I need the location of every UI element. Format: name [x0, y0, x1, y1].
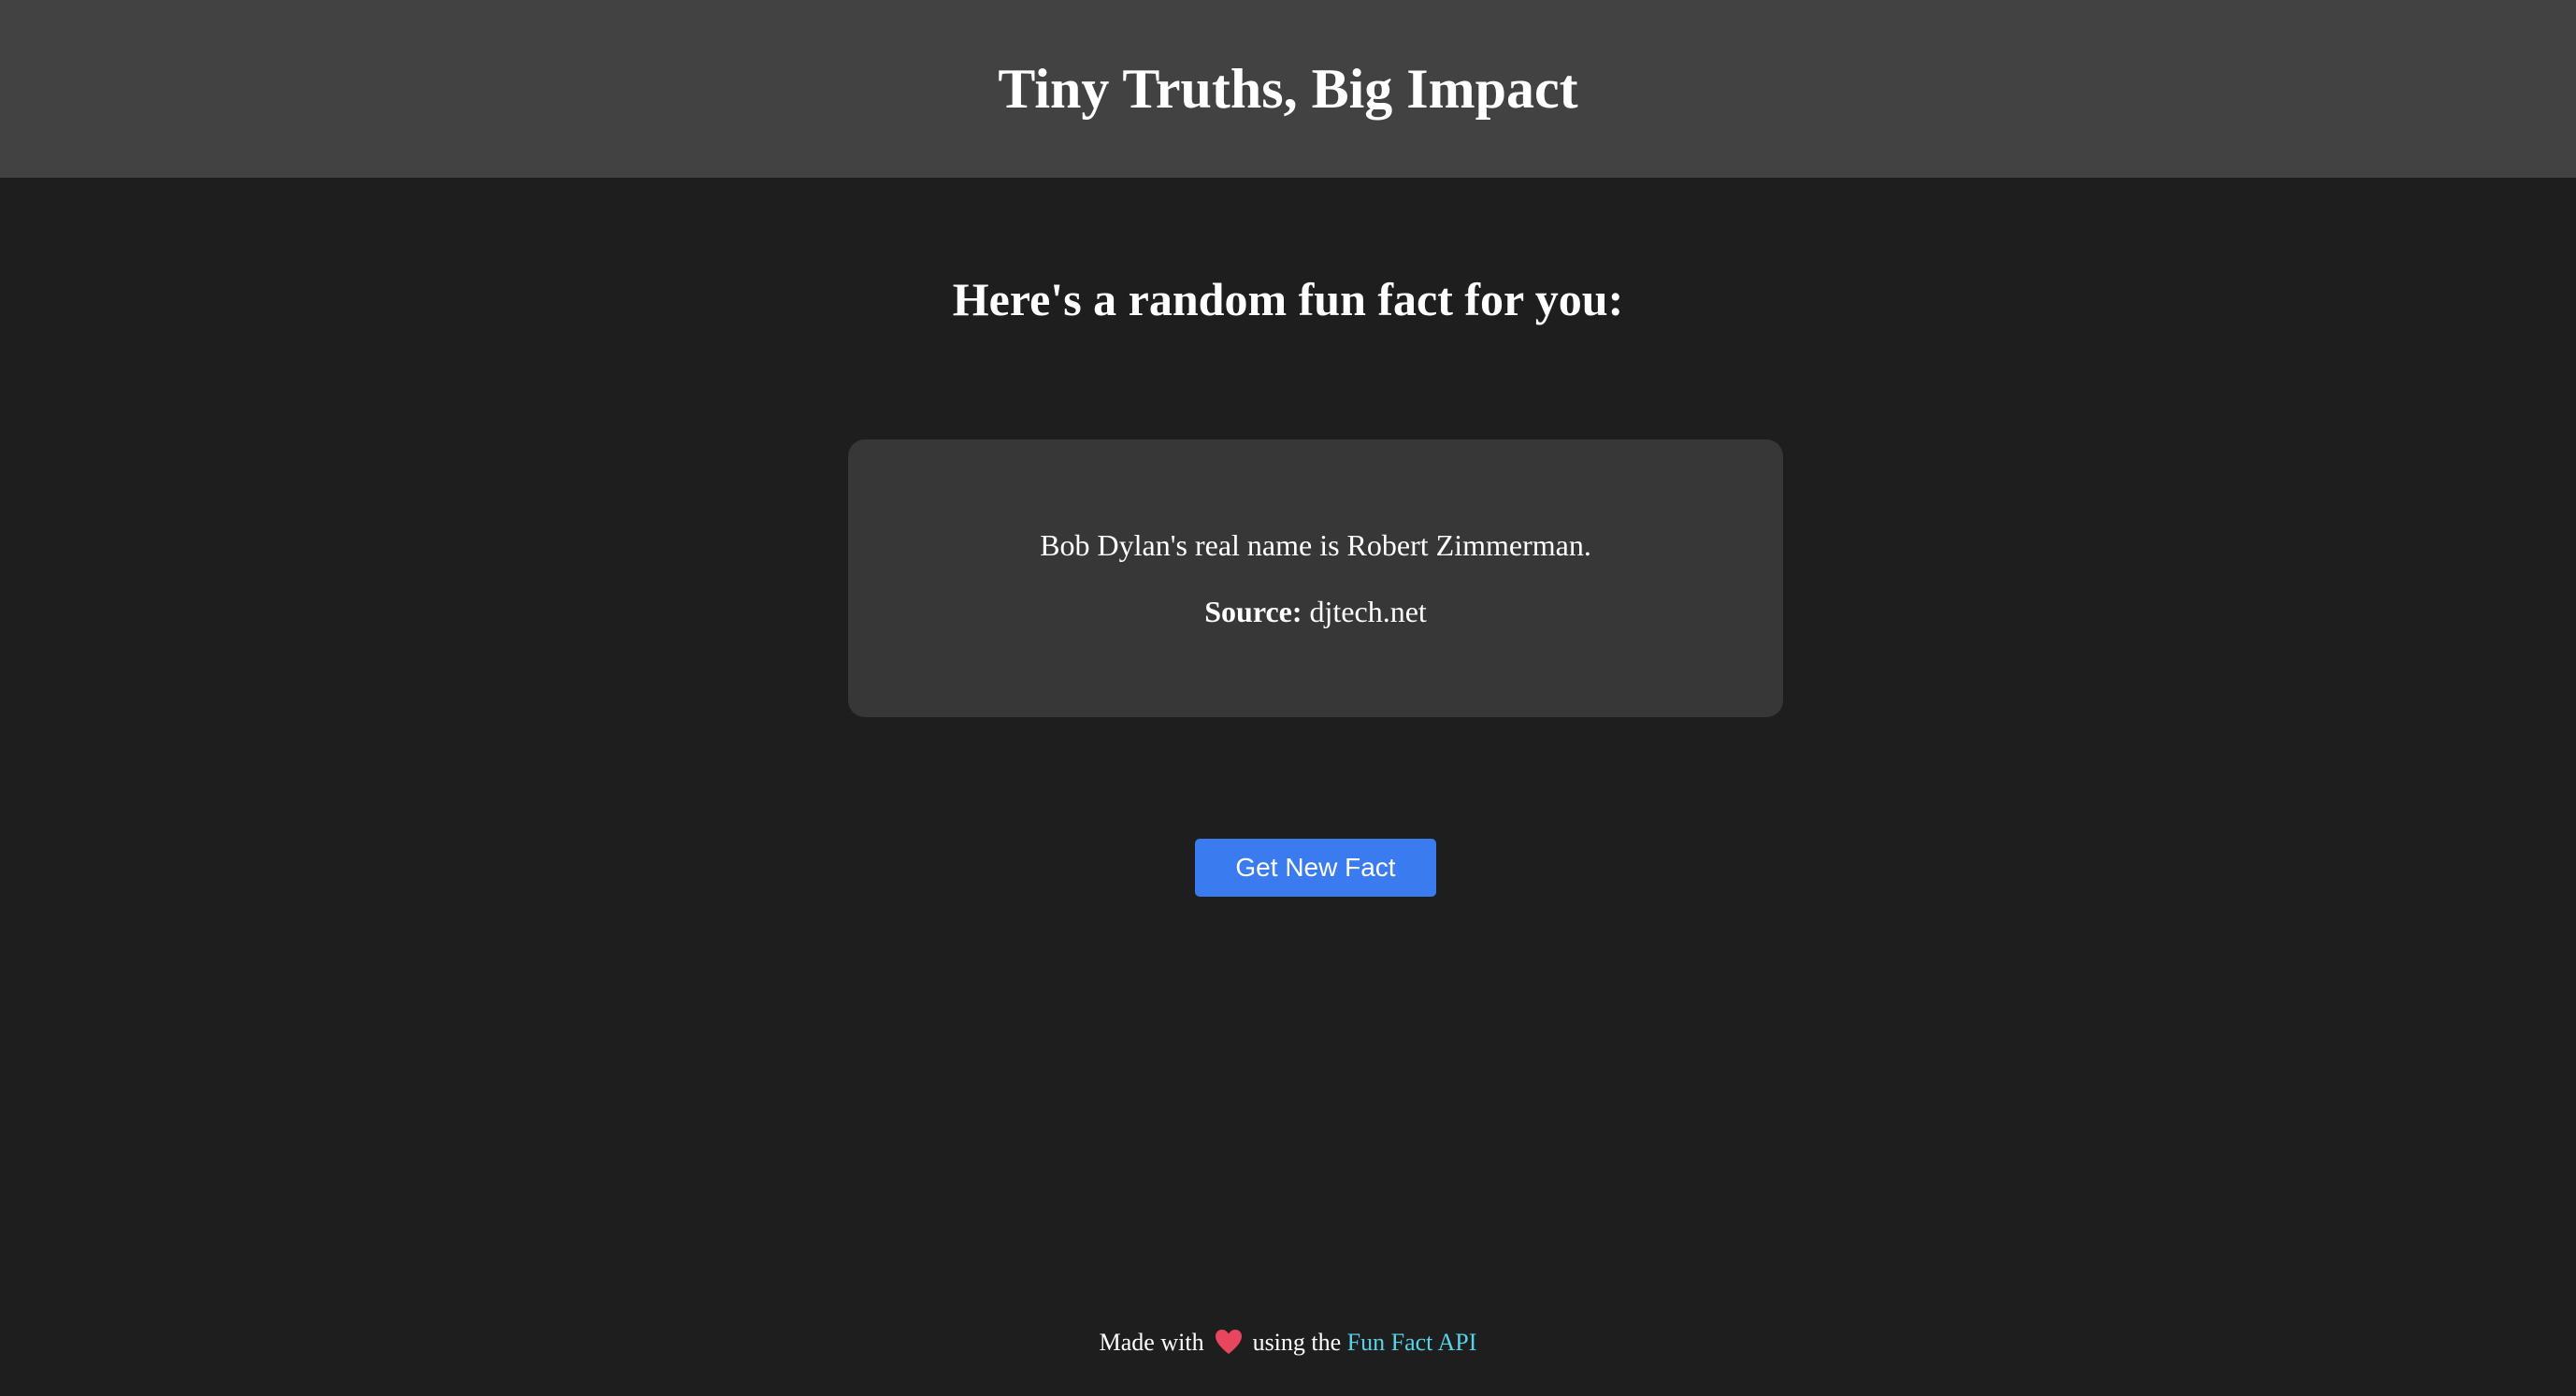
fun-fact-api-link[interactable]: Fun Fact API: [1347, 1328, 1477, 1357]
heart-icon: [1214, 1328, 1244, 1358]
site-header: Tiny Truths, Big Impact: [0, 0, 2576, 178]
intro-heading: Here's a random fun fact for you:: [952, 273, 1624, 325]
source-label: Source:: [1204, 594, 1302, 628]
fact-source: Source: djtech.net: [1204, 594, 1427, 629]
get-new-fact-button[interactable]: Get New Fact: [1195, 839, 1436, 897]
site-footer: Made with using the Fun Fact API: [0, 1328, 2576, 1358]
footer-prefix: Made with: [1099, 1329, 1204, 1357]
fact-text: Bob Dylan's real name is Robert Zimmerma…: [1040, 528, 1591, 563]
source-value: djtech.net: [1309, 594, 1427, 628]
fact-card: Bob Dylan's real name is Robert Zimmerma…: [848, 439, 1783, 717]
page-title: Tiny Truths, Big Impact: [998, 58, 1578, 120]
footer-middle: using the: [1252, 1329, 1342, 1357]
